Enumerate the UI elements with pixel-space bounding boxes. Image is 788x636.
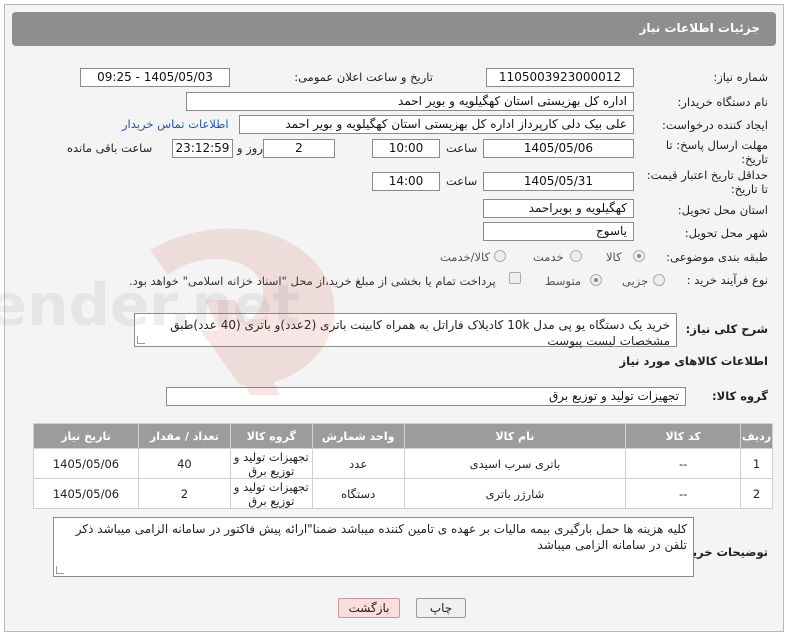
goods-group-label: گروه کالا:	[712, 389, 768, 403]
city-label: شهر محل تحویل:	[684, 226, 768, 240]
col-qty: تعداد / مقدار	[137, 423, 231, 449]
deadline-time-field: 10:00	[372, 139, 440, 158]
buyer-notes-textarea: کلیه هزینه ها حمل بارگیری بیمه مالیات بر…	[53, 517, 694, 577]
process-option-small: جزیی	[622, 274, 649, 288]
buyer-notes-text: کلیه هزینه ها حمل بارگیری بیمه مالیات بر…	[75, 522, 687, 552]
process-radio-small[interactable]	[653, 274, 665, 286]
deadline-time-label: ساعت	[446, 141, 478, 155]
description-textarea: خرید یک دستگاه یو پی مدل 10k کادیلاک فار…	[134, 313, 677, 348]
requester-field: علی بیک دلی کارپرداز اداره کل بهزیستی اس…	[239, 115, 634, 134]
deadline-date-field: 1405/05/06	[483, 139, 634, 158]
process-radio-medium[interactable]	[590, 274, 602, 286]
resize-handle-icon[interactable]	[56, 566, 64, 574]
category-radio-goods-service[interactable]	[494, 250, 506, 262]
buyer-contact-link[interactable]: اطلاعات تماس خریدار	[122, 117, 229, 131]
deadline-date-label: تاریخ:	[741, 152, 768, 166]
days-label: روز و	[237, 141, 263, 155]
print-button[interactable]: چاپ	[416, 598, 466, 618]
cell-qty: 2	[137, 478, 231, 509]
cell-row: 1	[740, 448, 773, 479]
validity-time-field: 14:00	[372, 172, 440, 191]
cell-group: تجهیزات تولید و توزیع برق	[229, 478, 313, 509]
cell-row: 2	[740, 478, 773, 509]
col-name: نام کالا	[403, 423, 627, 449]
validity-date-label: تا تاریخ:	[730, 182, 768, 196]
buyer-org-label: نام دستگاه خریدار:	[677, 95, 768, 109]
category-option-goods: کالا	[606, 250, 622, 264]
remaining-label: ساعت باقی مانده	[67, 141, 153, 155]
validity-label: حداقل تاریخ اعتبار قیمت:	[646, 168, 768, 182]
col-unit: واحد شمارش	[311, 423, 405, 449]
table-row: 2 -- شارژر باتری دستگاه تجهیزات تولید و …	[33, 478, 773, 509]
deadline-label: مهلت ارسال پاسخ: تا	[665, 138, 768, 152]
page-title: جزئیات اطلاعات نیاز	[639, 21, 760, 35]
category-radio-goods[interactable]	[633, 250, 645, 262]
process-label: نوع فرآیند خرید :	[686, 273, 768, 287]
col-code: کد کالا	[625, 423, 742, 449]
resize-handle-icon[interactable]	[137, 336, 145, 344]
days-field: 2	[263, 139, 335, 158]
col-group: گروه کالا	[229, 423, 313, 449]
announce-label: تاریخ و ساعت اعلان عمومی:	[294, 70, 433, 84]
table-row: 1 -- باتری سرب اسیدی عدد تجهیزات تولید و…	[33, 448, 773, 479]
cell-group: تجهیزات تولید و توزیع برق	[229, 448, 313, 479]
col-date: تاریخ نیاز	[33, 423, 139, 449]
description-label: شرح کلی نیاز:	[685, 322, 768, 336]
payment-note: پرداخت تمام یا بخشی از مبلغ خرید،از محل …	[129, 274, 496, 288]
validity-date-field: 1405/05/31	[483, 172, 634, 191]
cell-name: شارژر باتری	[403, 478, 627, 509]
goods-section-title: اطلاعات کالاهای مورد نیاز	[619, 354, 768, 368]
buyer-org-field: اداره کل بهزیستی استان کهگیلویه و بویر ا…	[186, 92, 634, 111]
province-label: استان محل تحویل:	[677, 203, 768, 217]
category-radio-service[interactable]	[570, 250, 582, 262]
cell-unit: عدد	[311, 448, 405, 479]
category-option-goods-service: کالا/خدمت	[440, 250, 491, 264]
cell-date: 1405/05/06	[33, 478, 139, 509]
goods-group-field: تجهیزات تولید و توزیع برق	[166, 387, 686, 406]
need-number-label: شماره نیاز:	[713, 70, 768, 84]
cell-code: --	[625, 478, 742, 509]
goods-table: ردیف کد کالا نام کالا واحد شمارش گروه کا…	[33, 423, 773, 509]
description-text: خرید یک دستگاه یو پی مدل 10k کادیلاک فار…	[170, 318, 670, 348]
process-option-medium: متوسط	[545, 274, 582, 288]
requester-label: ایجاد کننده درخواست:	[662, 118, 768, 132]
validity-time-label: ساعت	[446, 174, 478, 188]
province-field: کهگیلویه و بویراحمد	[483, 199, 634, 218]
need-number-field: 1105003923000012	[486, 68, 634, 87]
remaining-time-field: 23:12:59	[172, 139, 233, 158]
page-header: جزئیات اطلاعات نیاز	[12, 12, 776, 46]
city-field: یاسوج	[483, 222, 634, 241]
announce-field: 1405/05/03 - 09:25	[80, 68, 230, 87]
cell-code: --	[625, 448, 742, 479]
col-row: ردیف	[740, 423, 773, 449]
category-label: طبقه بندی موضوعی:	[666, 250, 768, 264]
cell-qty: 40	[137, 448, 231, 479]
category-option-service: خدمت	[533, 250, 564, 264]
back-button[interactable]: بازگشت	[338, 598, 400, 618]
treasury-checkbox[interactable]	[509, 272, 521, 284]
cell-unit: دستگاه	[311, 478, 405, 509]
cell-date: 1405/05/06	[33, 448, 139, 479]
cell-name: باتری سرب اسیدی	[403, 448, 627, 479]
goods-table-header: ردیف کد کالا نام کالا واحد شمارش گروه کا…	[33, 423, 773, 449]
